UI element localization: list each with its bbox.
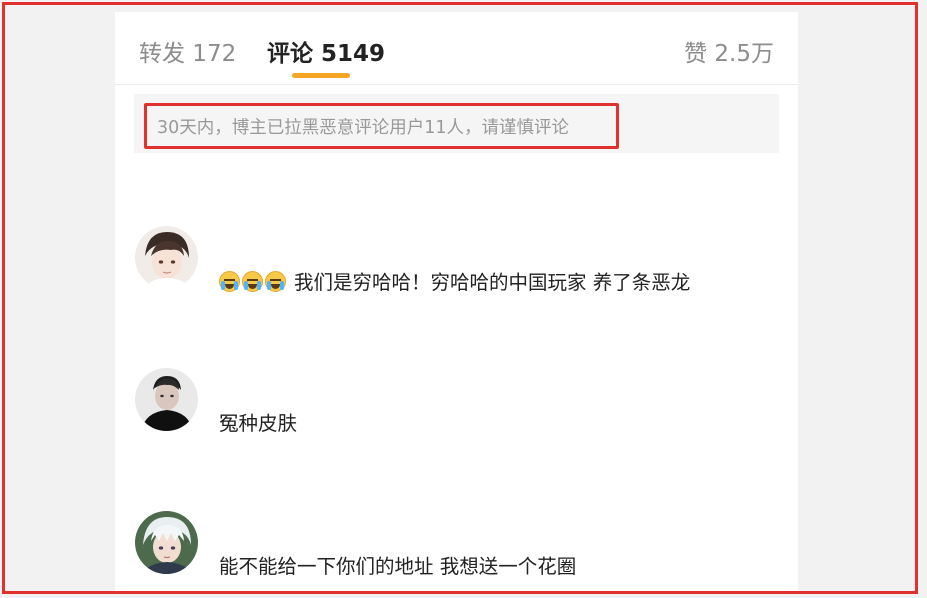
avatar-man-photo-icon [135, 368, 198, 431]
avatar[interactable] [135, 226, 198, 289]
crying-laugh-emoji-icon [265, 271, 286, 292]
comment-text: 能不能给一下你们的地址 我想送一个花圈 [219, 555, 577, 578]
comment-content: 能不能给一下你们的地址 我想送一个花圈 [219, 550, 576, 579]
avatar[interactable] [135, 511, 198, 574]
active-tab-indicator [292, 73, 350, 78]
notice-text: 30天内，博主已拉黑恶意评论用户11人，请谨慎评论 [157, 118, 570, 138]
tab-likes[interactable]: 赞 2.5万 [684, 34, 774, 68]
avatar[interactable] [135, 368, 198, 431]
comment-item: 能不能给一下你们的地址 我想送一个花圈 [115, 508, 798, 598]
comment-text: 我们是穷哈哈！穷哈哈的中国玩家 养了条恶龙 [294, 271, 691, 294]
comment-content: 我们是穷哈哈！穷哈哈的中国玩家 养了条恶龙 [219, 266, 690, 295]
comment-item: 我们是穷哈哈！穷哈哈的中国玩家 养了条恶龙 [115, 222, 798, 312]
avatar-anime-white-hair-icon [135, 511, 198, 574]
comment-item: 冤种皮肤 [115, 365, 798, 455]
crying-laugh-emoji-icon [219, 271, 240, 292]
weibo-comment-panel: 转发 172 评论 5149 赞 2.5万 30天内，博主已拉黑恶意评论用户11… [115, 12, 798, 591]
tab-repost[interactable]: 转发 172 [139, 34, 236, 68]
comment-content: 冤种皮肤 [219, 407, 297, 436]
tab-comments[interactable]: 评论 5149 [267, 34, 385, 68]
crying-laugh-emoji-icon [242, 271, 263, 292]
comment-text: 冤种皮肤 [219, 412, 298, 435]
avatar-anime-boy-icon [135, 226, 198, 289]
tab-bar: 转发 172 评论 5149 赞 2.5万 [115, 12, 798, 85]
